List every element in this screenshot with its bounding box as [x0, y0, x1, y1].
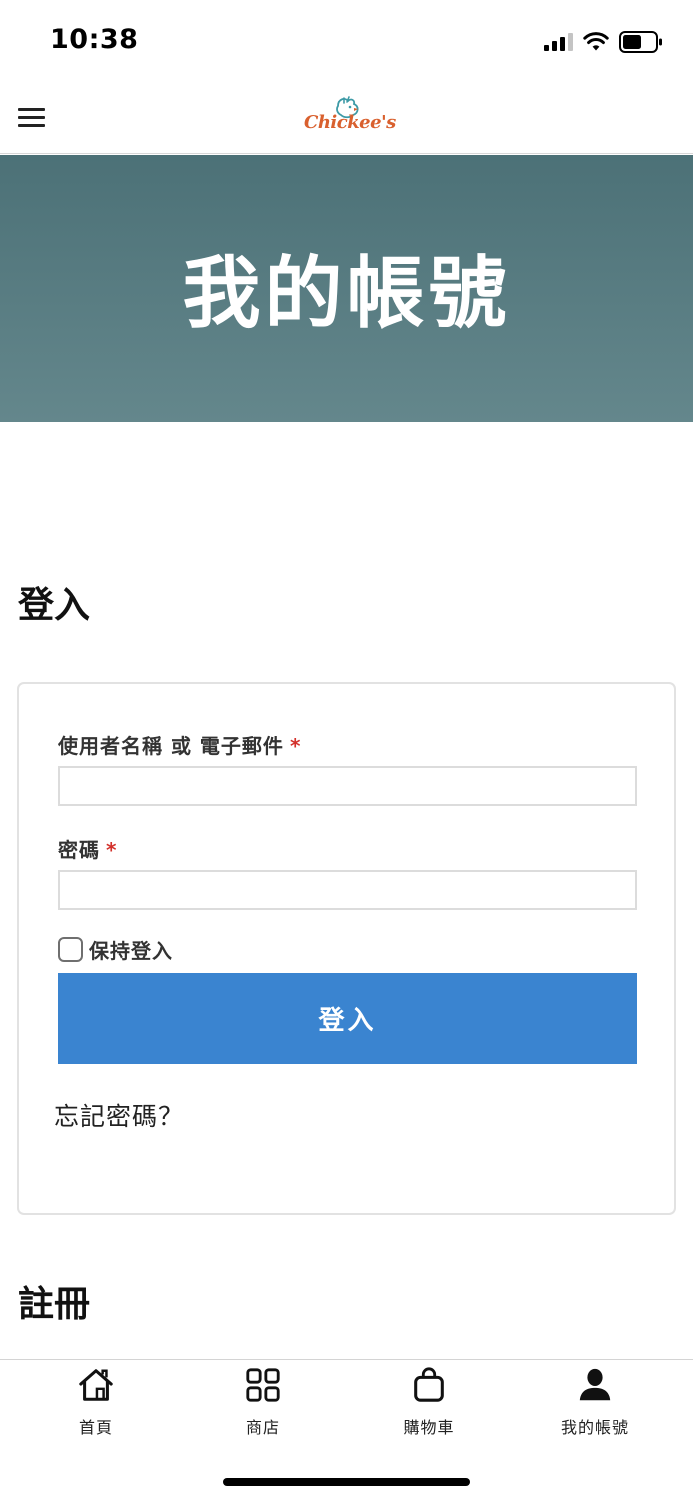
username-label: 使用者名稱 或 電子郵件 *	[58, 730, 301, 759]
remember-me-label: 保持登入	[89, 938, 173, 963]
remember-me-toggle[interactable]: 保持登入	[58, 936, 173, 963]
login-heading: 登入	[18, 585, 91, 626]
login-button[interactable]: 登入	[58, 973, 637, 1064]
home-icon	[79, 1369, 113, 1401]
signal-icon	[544, 33, 573, 51]
battery-icon	[619, 31, 662, 53]
shopping-bag-icon	[414, 1367, 444, 1402]
required-mark: *	[289, 734, 302, 758]
wifi-icon	[583, 32, 609, 51]
status-time: 10:38	[50, 24, 139, 55]
nav-label-cart: 購物車	[403, 1418, 455, 1437]
bottom-nav: 首頁 商店 購物車 我的帳號	[0, 1359, 693, 1500]
brand-logo[interactable]: Chickee's	[304, 94, 396, 148]
nav-label-shop: 商店	[245, 1418, 280, 1437]
user-icon	[579, 1368, 611, 1401]
grid-icon	[246, 1368, 280, 1402]
nav-label-account: 我的帳號	[560, 1418, 629, 1437]
username-input[interactable]	[58, 766, 637, 806]
username-label-text: 使用者名稱 或 電子郵件	[58, 734, 284, 758]
remember-me-checkbox[interactable]	[58, 936, 83, 962]
password-label-text: 密碼	[58, 838, 100, 862]
required-mark: *	[106, 838, 118, 862]
forgot-password-link[interactable]: 忘記密碼？	[54, 1097, 184, 1133]
nav-item-home[interactable]: 首頁	[36, 1366, 156, 1438]
password-label: 密碼 *	[58, 834, 117, 863]
nav-item-account[interactable]: 我的帳號	[535, 1366, 655, 1438]
password-input[interactable]	[58, 870, 637, 910]
logo-text: Chickee's	[304, 112, 396, 133]
page-title: 我的帳號	[182, 248, 511, 339]
status-bar: 10:38	[0, 0, 693, 84]
nav-item-cart[interactable]: 購物車	[369, 1366, 489, 1438]
hero-banner: 我的帳號	[0, 155, 693, 422]
nav-item-shop[interactable]: 商店	[203, 1366, 323, 1438]
nav-label-home: 首頁	[78, 1418, 113, 1437]
status-icons	[544, 30, 663, 54]
register-heading: 註冊	[18, 1284, 91, 1325]
home-indicator[interactable]	[223, 1478, 470, 1486]
login-form: 使用者名稱 或 電子郵件 * 密碼 * 保持登入 登入 忘記密碼？	[17, 682, 676, 1215]
app-header: Chickee's	[0, 84, 693, 154]
hamburger-menu-icon[interactable]	[18, 102, 48, 132]
